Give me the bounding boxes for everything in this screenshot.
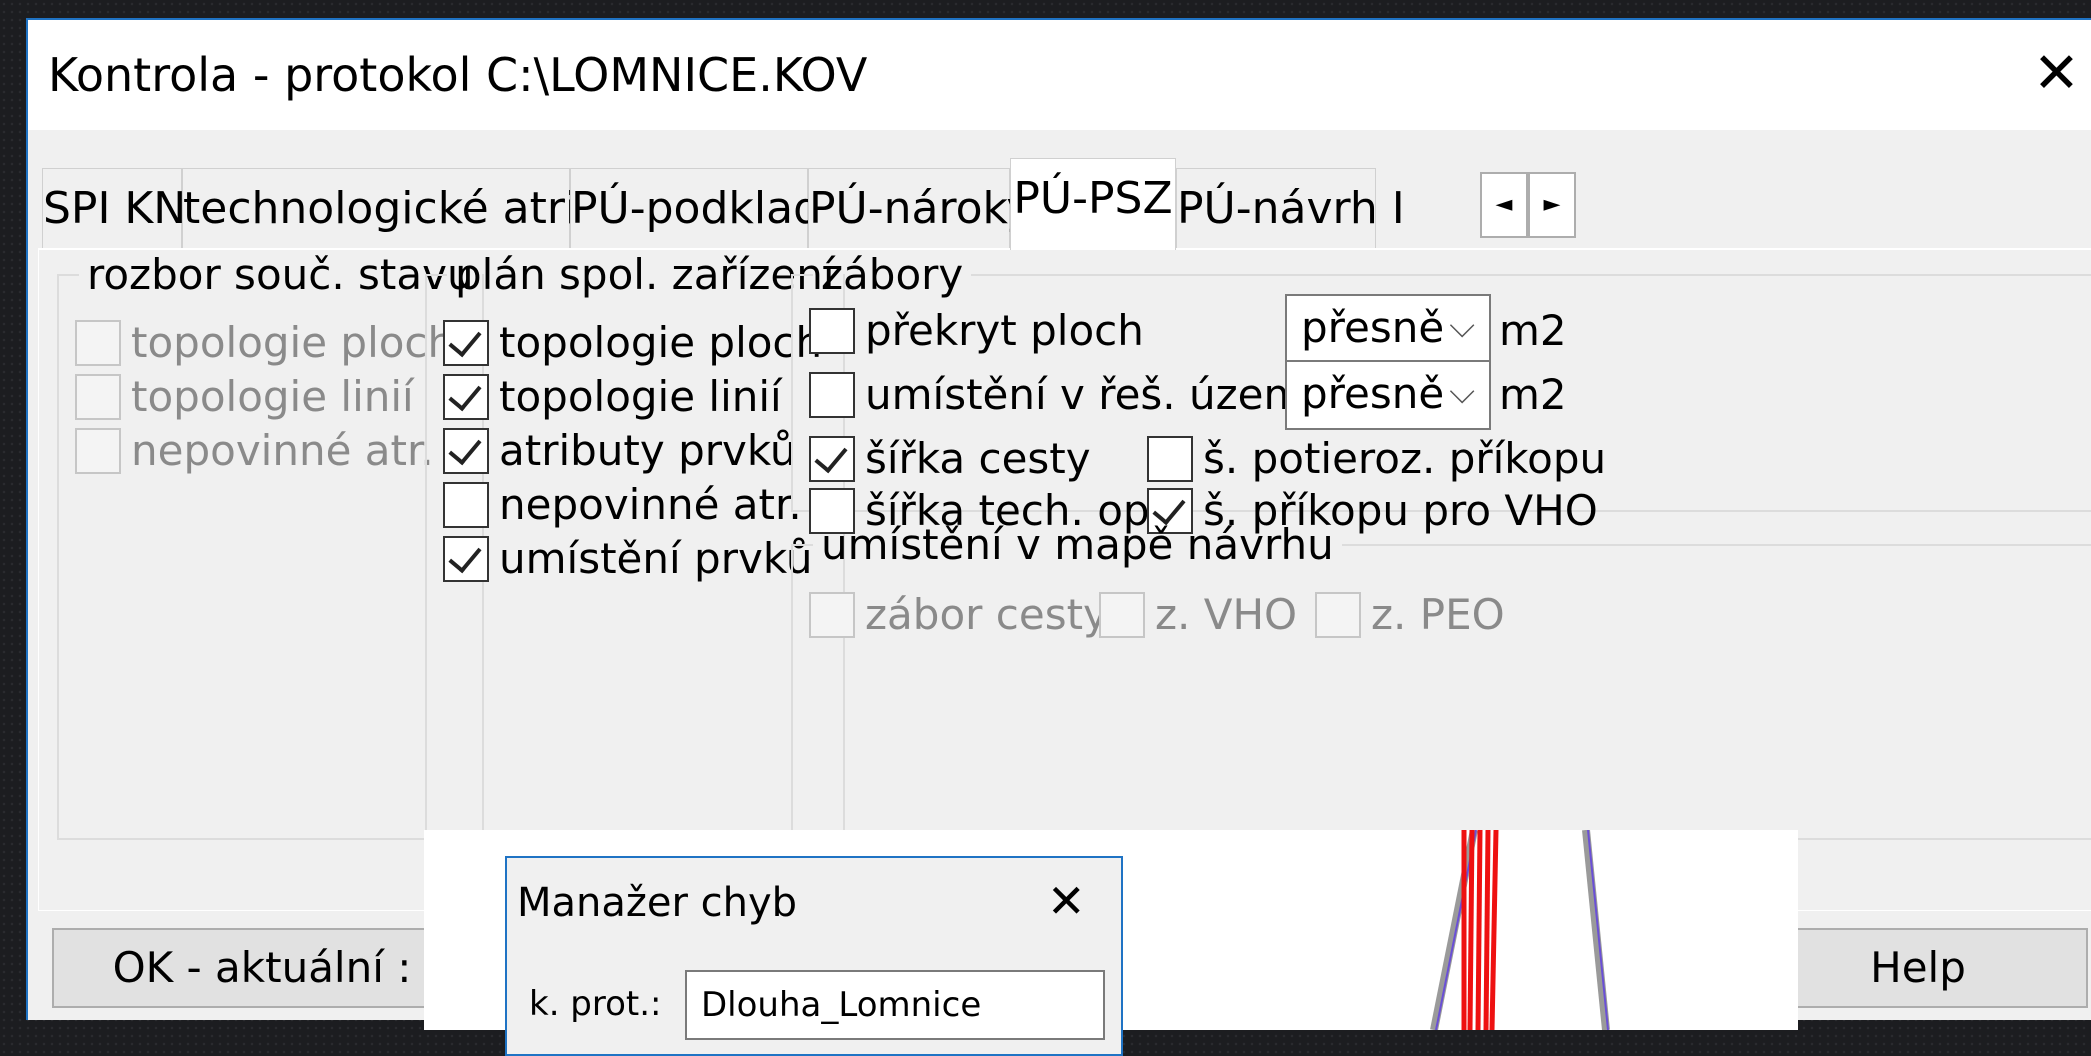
- checkbox-box[interactable]: [1315, 591, 1361, 638]
- checkbox-s-potieroz-prikopu[interactable]: š. potieroz. příkopu: [1147, 434, 1606, 485]
- close-icon[interactable]: ✕: [2033, 46, 2080, 102]
- checkbox-box[interactable]: [809, 371, 855, 418]
- tab-strip: SPI KN technologické atributy PÚ-podklad…: [28, 138, 2091, 250]
- group-mapa-legend: umístění v mapě návrhu: [821, 520, 1334, 569]
- checkbox-label: atributy prvků: [499, 426, 797, 475]
- checkbox-label: topologie ploch: [131, 318, 455, 367]
- checkbox-umisteni-res-uzemi[interactable]: umístění v řeš. území: [809, 370, 1316, 421]
- checkbox-box[interactable]: [809, 307, 855, 354]
- checkbox-label: topologie linií: [131, 372, 414, 421]
- checkbox-label: překryt ploch: [865, 306, 1144, 355]
- tab-pu-podklady[interactable]: PÚ-podklady: [570, 168, 847, 248]
- unit-label-1: m2: [1499, 306, 1567, 355]
- checkbox-label: z. VHO: [1155, 590, 1298, 639]
- group-zabory-legend: zábory: [821, 250, 964, 299]
- checkbox-label: š. potieroz. příkopu: [1203, 434, 1607, 483]
- tab-pu-psz[interactable]: PÚ-PSZ: [1010, 158, 1176, 250]
- checkbox-plan-umisteni-prvku[interactable]: umístění prvků: [443, 534, 812, 585]
- tab-panel-pu-psz: rozbor souč. stavu topologie ploch topol…: [38, 248, 2091, 911]
- checkbox-label: nepovinné atr.: [499, 480, 802, 529]
- checkbox-box[interactable]: [1147, 435, 1193, 482]
- precision-select-1[interactable]: přesně ⌵: [1285, 294, 1491, 364]
- checkbox-box[interactable]: [443, 535, 489, 582]
- protocol-label: k. prot.:: [529, 984, 662, 1024]
- checkbox-box[interactable]: [443, 481, 489, 528]
- checkbox-label: z. PEO: [1371, 590, 1505, 639]
- ok-current-button[interactable]: OK - aktuální :: [52, 928, 472, 1008]
- select-value: přesně: [1301, 303, 1445, 352]
- checkbox-box[interactable]: [75, 319, 121, 366]
- checkbox-label: topologie linií: [499, 372, 782, 421]
- checkbox-sirka-cesty[interactable]: šířka cesty: [809, 434, 1091, 485]
- error-manager-window: Manažer chyb ✕ k. prot.: Dlouha_Lomnice: [505, 856, 1123, 1056]
- checkbox-box[interactable]: [443, 319, 489, 366]
- protocol-field[interactable]: Dlouha_Lomnice: [685, 970, 1105, 1040]
- select-value: přesně: [1301, 369, 1445, 418]
- checkbox-label: zábor cesty: [865, 590, 1108, 639]
- checkbox-prekryt-ploch[interactable]: překryt ploch: [809, 306, 1144, 357]
- checkbox-plan-topologie-linii[interactable]: topologie linií: [443, 372, 782, 423]
- error-manager-title: Manažer chyb: [517, 880, 798, 926]
- checkbox-box[interactable]: [443, 427, 489, 474]
- tab-scroll-left-icon[interactable]: ◄: [1480, 172, 1528, 238]
- help-button[interactable]: Help: [1748, 928, 2088, 1008]
- close-icon[interactable]: ✕: [1047, 874, 1086, 928]
- tab-pu-naroky[interactable]: PÚ-nároky: [808, 168, 1032, 248]
- checkbox-z-vho[interactable]: z. VHO: [1099, 590, 1297, 641]
- tab-scroll-right-icon[interactable]: ►: [1528, 172, 1576, 238]
- checkbox-rozbor-nepovinne-atr[interactable]: nepovinné atr.: [75, 426, 434, 477]
- group-rozbor-legend: rozbor souč. stavu: [87, 250, 474, 299]
- checkbox-label: umístění prvků: [499, 534, 813, 583]
- group-plan-legend: plán spol. zařízení: [455, 250, 835, 299]
- checkbox-box[interactable]: [75, 373, 121, 420]
- checkbox-zabor-cesty[interactable]: zábor cesty: [809, 590, 1108, 641]
- checkbox-z-peo[interactable]: z. PEO: [1315, 590, 1505, 641]
- window-title: Kontrola - protokol C:\LOMNICE.KOV: [48, 48, 868, 102]
- chevron-down-icon[interactable]: ⌵: [1449, 294, 1475, 358]
- checkbox-rozbor-topologie-ploch[interactable]: topologie ploch: [75, 318, 454, 369]
- title-bar[interactable]: Kontrola - protokol C:\LOMNICE.KOV ✕: [28, 20, 2091, 130]
- checkbox-label: šířka cesty: [865, 434, 1091, 483]
- checkbox-box[interactable]: [809, 591, 855, 638]
- checkbox-label: topologie ploch: [499, 318, 823, 367]
- checkbox-box[interactable]: [809, 435, 855, 482]
- checkbox-label: umístění v řeš. území: [865, 370, 1317, 419]
- chevron-down-icon[interactable]: ⌵: [1449, 360, 1475, 424]
- precision-select-2[interactable]: přesně ⌵: [1285, 360, 1491, 430]
- tab-technologicke-atributy[interactable]: technologické atributy: [182, 168, 676, 248]
- checkbox-box[interactable]: [1099, 591, 1145, 638]
- tab-spi-kn[interactable]: SPI KN: [42, 168, 186, 248]
- group-mapa: umístění v mapě návrhu: [791, 520, 2091, 840]
- checkbox-plan-atributy-prvku[interactable]: atributy prvků: [443, 426, 797, 477]
- checkbox-box[interactable]: [443, 373, 489, 420]
- checkbox-plan-nepovinne-atr[interactable]: nepovinné atr.: [443, 480, 802, 531]
- checkbox-box[interactable]: [75, 427, 121, 474]
- checkbox-rozbor-topologie-linii[interactable]: topologie linií: [75, 372, 414, 423]
- checkbox-label: nepovinné atr.: [131, 426, 434, 475]
- unit-label-2: m2: [1499, 370, 1567, 419]
- tab-pu-navrh-i[interactable]: PÚ-návrh I: [1176, 168, 1405, 248]
- checkbox-plan-topologie-ploch[interactable]: topologie ploch: [443, 318, 822, 369]
